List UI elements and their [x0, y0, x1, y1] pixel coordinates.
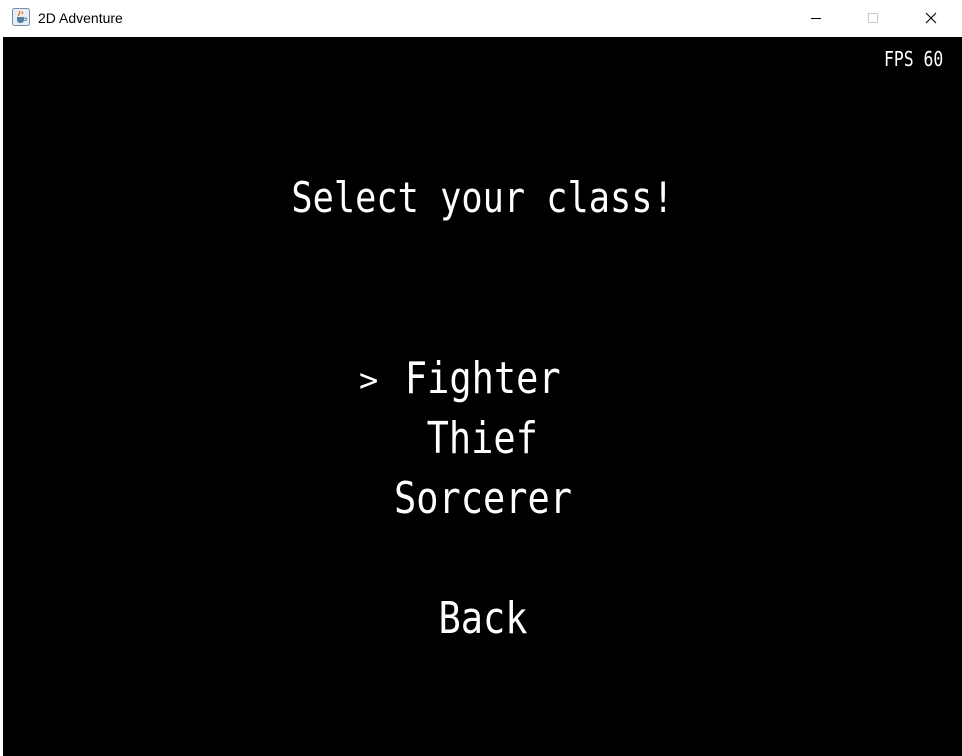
minimize-button[interactable]: [793, 0, 839, 36]
java-cup-icon: [12, 8, 30, 26]
window-title: 2D Adventure: [38, 10, 123, 26]
class-option-fighter[interactable]: Fighter: [3, 353, 962, 404]
close-button[interactable]: [908, 0, 954, 36]
title-bar[interactable]: 2D Adventure: [0, 0, 962, 37]
thief-label: Thief: [426, 413, 539, 464]
minimize-icon: [810, 9, 822, 28]
fighter-label: Fighter: [404, 353, 561, 404]
fps-counter: FPS 60: [883, 47, 943, 71]
class-option-thief[interactable]: Thief: [3, 413, 962, 464]
class-select-heading: Select your class!: [3, 173, 962, 222]
heading-text: Select your class!: [291, 173, 674, 222]
game-canvas[interactable]: FPS 60 Select your class! > Fighter Thie…: [3, 37, 962, 756]
sorcerer-label: Sorcerer: [393, 473, 572, 524]
maximize-icon: [867, 9, 879, 28]
back-label: Back: [437, 593, 528, 644]
app-window: 2D Adventure FPS 60 Select your class! >…: [0, 0, 962, 756]
back-option[interactable]: Back: [3, 593, 962, 644]
maximize-button[interactable]: [850, 0, 896, 36]
class-option-sorcerer[interactable]: Sorcerer: [3, 473, 962, 524]
close-icon: [925, 9, 937, 28]
